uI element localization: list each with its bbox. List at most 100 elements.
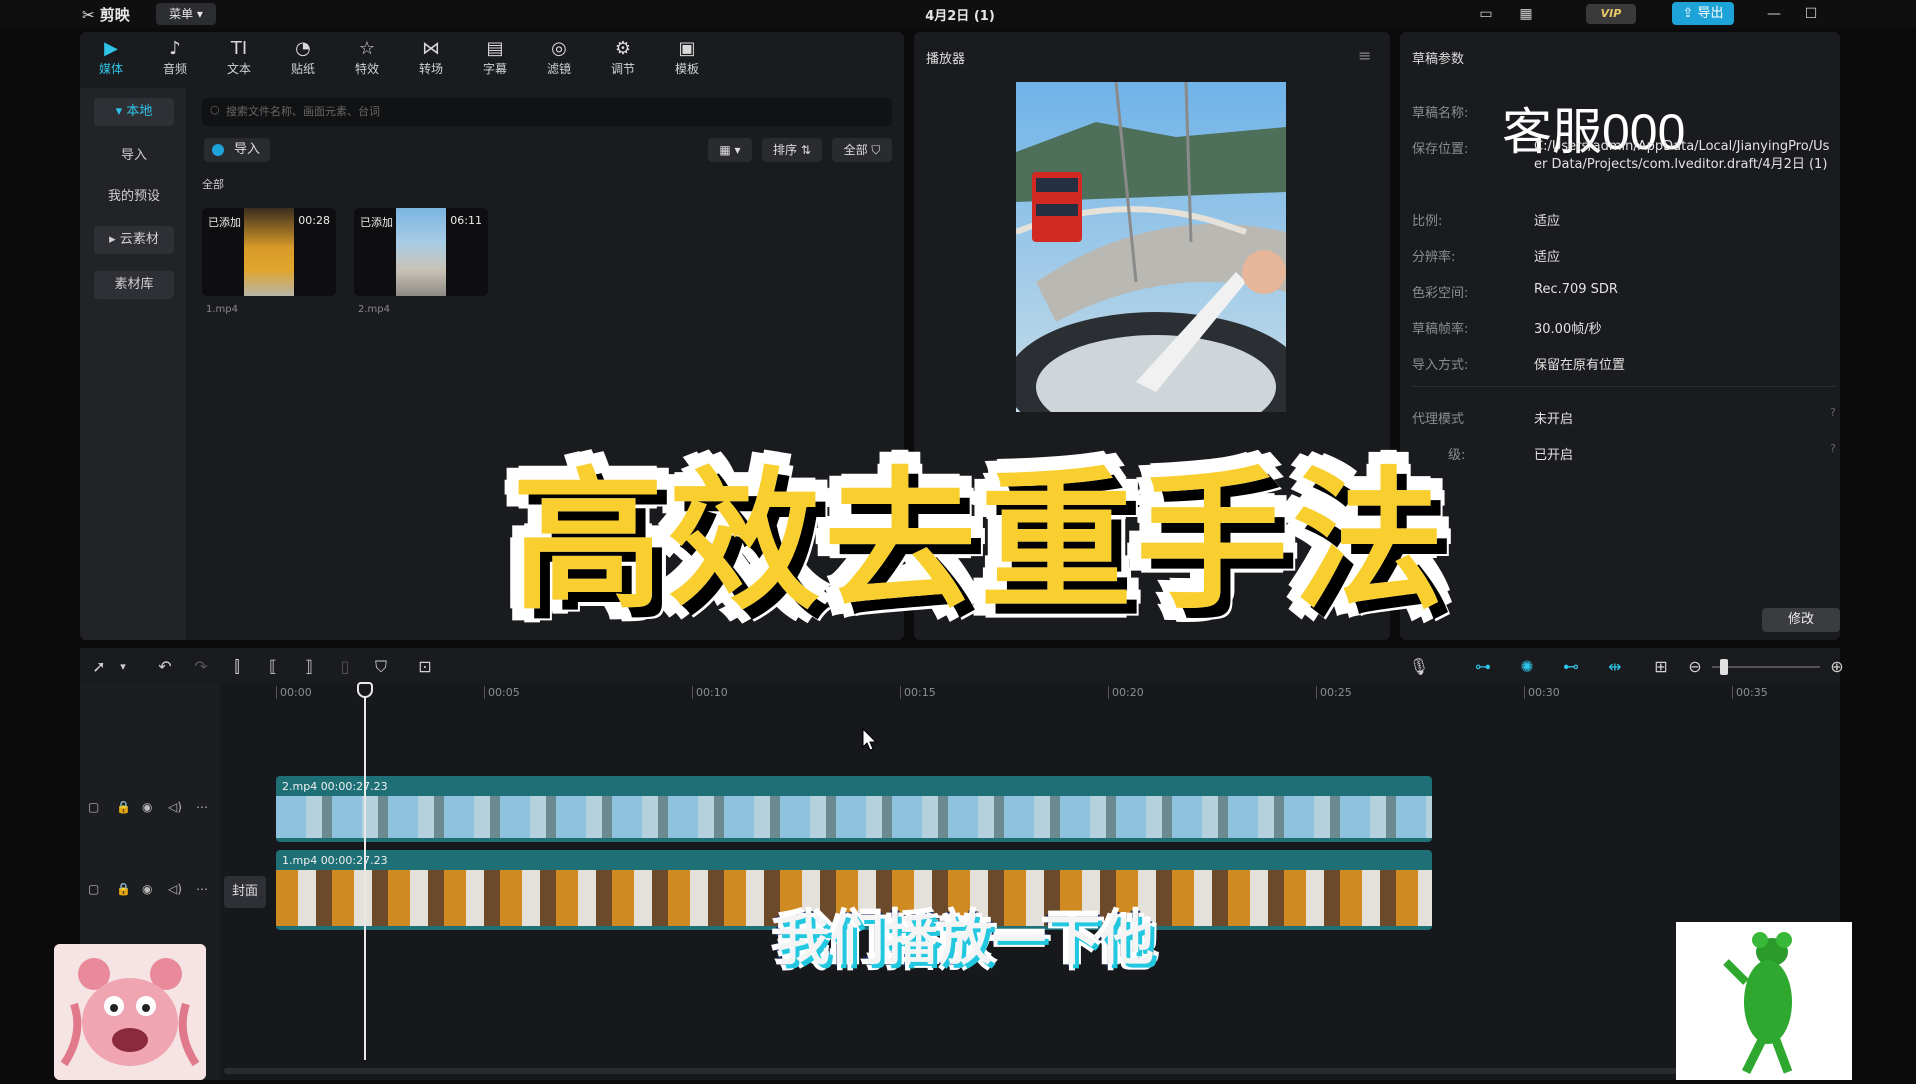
volume-icon[interactable]: ◁) [168, 882, 182, 896]
volume-icon[interactable]: ◁) [168, 800, 182, 814]
filter-button[interactable]: 全部 ⛉ [832, 138, 892, 162]
overlay-title: 高效去重手法 [508, 449, 1448, 634]
all-section-label: 全部 [202, 178, 224, 191]
tab-label: 模板 [674, 62, 699, 76]
sort-button[interactable]: 排序 ⇅ [762, 138, 822, 162]
window-title: 4月2日 (1) [925, 9, 995, 24]
text-icon: TI [230, 38, 248, 59]
split-icon[interactable]: ⫿ [226, 656, 248, 678]
export-button[interactable]: ⇪ 导出 [1672, 2, 1734, 25]
eye-icon[interactable]: ◉ [142, 882, 152, 896]
microphone-icon[interactable]: 🎙 [1408, 656, 1430, 678]
ruler-tick-label: 00:15 [900, 686, 936, 699]
media-clip-2[interactable]: 已添加 06:11 [354, 208, 488, 296]
playhead-handle[interactable] [357, 682, 373, 698]
video-preview[interactable] [1016, 82, 1286, 412]
sort-label: 排序 [773, 143, 798, 157]
undo-icon[interactable]: ↶ [154, 656, 176, 678]
track-toggle-icon[interactable]: ▢ [88, 800, 99, 814]
tab-text[interactable]: TI 文本 [212, 38, 266, 80]
eye-icon[interactable]: ◉ [142, 800, 152, 814]
ruler-tick-label: 00:05 [484, 686, 520, 699]
timeline-scrollbar[interactable] [224, 1068, 1684, 1074]
sidebar-local-label: 本地 [126, 104, 153, 119]
filter-icon: ◎ [551, 38, 567, 59]
help-icon[interactable]: ? [1830, 442, 1836, 455]
import-button[interactable]: 导入 [204, 138, 270, 162]
help-icon[interactable]: ? [1830, 406, 1836, 419]
vip-badge[interactable]: VIP [1586, 4, 1636, 24]
menu-button[interactable]: 菜单 ▾ [156, 3, 216, 25]
tab-transition[interactable]: ⋈ 转场 [404, 38, 458, 80]
sidebar-cloud-label: 云素材 [119, 232, 159, 247]
lock-icon[interactable]: 🔒 [116, 800, 131, 814]
tab-subtitle[interactable]: ▤ 字幕 [468, 38, 522, 80]
select-tool-icon[interactable]: ➚ [88, 656, 110, 678]
layout-switch-icon[interactable]: ▦ [1516, 4, 1536, 24]
tab-label: 调节 [610, 62, 635, 76]
adjust-icon: ⚙ [614, 38, 632, 59]
marker-icon[interactable]: ⛉ [370, 656, 392, 678]
tab-audio[interactable]: ♪ 音频 [148, 38, 202, 80]
split-left-icon[interactable]: ⟦ [262, 656, 284, 678]
maximize-icon[interactable]: ☐ [1801, 4, 1821, 24]
tab-effects[interactable]: ☆ 特效 [340, 38, 394, 80]
search-input[interactable]: 搜索文件名称、画面元素、台词 [202, 98, 892, 126]
sidebar-item-local[interactable]: ▾ 本地 [94, 98, 174, 126]
modify-button[interactable]: 修改 [1762, 608, 1840, 632]
sidebar-item-library[interactable]: 素材库 [94, 271, 174, 299]
tab-template[interactable]: ▣ 模板 [660, 38, 714, 80]
tab-label: 滤镜 [546, 62, 571, 76]
effects-icon: ☆ [358, 38, 376, 59]
layout-icon[interactable]: ▭ [1476, 4, 1496, 24]
draft-name-label: 草稿名称: [1412, 106, 1469, 121]
video-track-2[interactable]: 2.mp4 00:00:27.23 [276, 776, 1432, 842]
clip-name: 2.mp4 [358, 304, 390, 315]
zoom-slider[interactable] [1712, 666, 1820, 668]
save-location-value: C:/Users/admin/AppData/Local/JianyingPro… [1534, 139, 1830, 172]
magnet-icon[interactable]: ✺ [1516, 656, 1538, 678]
zoom-in-icon[interactable]: ⊕ [1826, 656, 1848, 678]
delete-icon[interactable]: ▯ [334, 656, 356, 678]
sidebar-item-cloud[interactable]: ▸ 云素材 [94, 226, 174, 254]
colorspace-label: 色彩空间: [1412, 286, 1469, 301]
cover-button[interactable]: 封面 [224, 876, 266, 908]
lock-icon[interactable]: 🔒 [116, 882, 131, 896]
media-clip-1[interactable]: 已添加 00:28 [202, 208, 336, 296]
minimize-icon[interactable]: — [1764, 4, 1784, 24]
chevron-down-icon[interactable]: ▾ [112, 656, 134, 678]
sticker-icon: ◔ [295, 38, 311, 59]
image-edit-icon[interactable]: ⊡ [414, 656, 436, 678]
track-toggle-icon[interactable]: ▢ [88, 882, 99, 896]
redo-icon[interactable]: ↷ [190, 656, 212, 678]
tab-media[interactable]: ▶ 媒体 [84, 38, 138, 80]
search-icon: ○ [210, 103, 220, 116]
fit-timeline-icon[interactable]: ⊞ [1650, 656, 1672, 678]
linkage-icon[interactable]: ⊷ [1560, 656, 1582, 678]
tab-adjust[interactable]: ⚙ 调节 [596, 38, 650, 80]
app-logo: ✂ 剪映 [82, 6, 130, 24]
audio-icon: ♪ [169, 38, 181, 59]
sidebar-item-import[interactable]: 导入 [94, 142, 174, 170]
resolution-value: 适应 [1534, 250, 1561, 265]
split-right-icon[interactable]: ⟧ [298, 656, 320, 678]
fps-label: 草稿帧率: [1412, 322, 1469, 337]
playhead[interactable] [364, 686, 366, 1060]
fps-value: 30.00帧/秒 [1534, 322, 1602, 337]
tab-label: 音频 [162, 62, 187, 76]
link-main-track-icon[interactable]: ⊶ [1472, 656, 1494, 678]
colorspace-value: Rec.709 SDR [1534, 282, 1618, 297]
clip-thumbnail [244, 208, 294, 296]
player-menu-icon[interactable]: ≡ [1358, 46, 1371, 65]
view-mode-button[interactable]: ▦ ▾ [708, 138, 752, 162]
menu-label: 菜单 [169, 7, 194, 21]
zoom-out-icon[interactable]: ⊖ [1684, 656, 1706, 678]
sidebar-item-my-presets[interactable]: 我的预设 [94, 183, 174, 211]
track-label: 1.mp4 00:00:27.23 [282, 854, 388, 867]
more-icon[interactable]: ⋯ [196, 800, 208, 814]
preview-axis-icon[interactable]: ⇹ [1604, 656, 1626, 678]
more-icon[interactable]: ⋯ [196, 882, 208, 896]
zoom-slider-handle[interactable] [1720, 659, 1728, 675]
tab-filter[interactable]: ◎ 滤镜 [532, 38, 586, 80]
tab-sticker[interactable]: ◔ 贴纸 [276, 38, 330, 80]
